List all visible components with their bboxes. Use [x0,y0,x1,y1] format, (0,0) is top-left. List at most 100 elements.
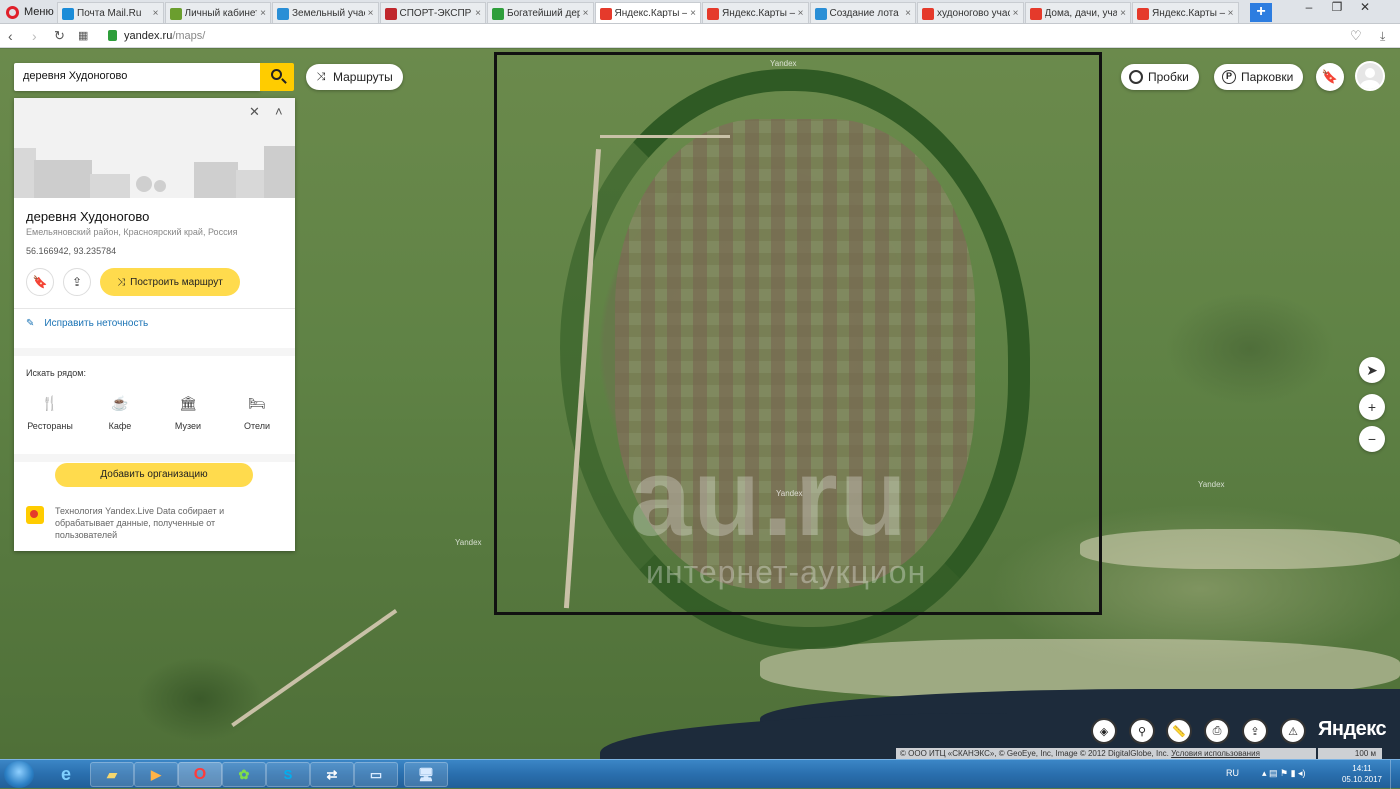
forward-icon[interactable]: › [32,28,37,44]
nearby-category[interactable]: 🍴 Рестораны [20,394,80,431]
close-tab-icon[interactable]: × [1013,8,1019,19]
bed-icon: 🛏 [248,395,266,411]
new-tab-button[interactable]: + [1250,3,1272,22]
browser-tab[interactable]: Дома, дачи, учас × [1024,2,1131,23]
yandex-icon [922,7,934,20]
geolocation-button[interactable]: ➤ [1359,357,1385,383]
zoom-out-button[interactable]: − [1359,426,1385,452]
clock-time: 14:11 [1352,764,1372,773]
bookmark-heart-icon[interactable]: ♡ [1350,28,1362,44]
search-button[interactable] [260,63,294,91]
browser-tab[interactable]: Яндекс.Карты — × [1132,2,1239,23]
avito-icon [1029,7,1042,20]
url-field[interactable]: yandex.ru/maps/ [124,30,205,42]
taskbar-skype[interactable]: S [266,762,310,787]
clock-date: 05.10.2017 [1341,775,1383,784]
ruler-button[interactable]: 📏 [1166,718,1192,744]
save-bookmark-button[interactable]: 🔖 [26,268,54,296]
taskbar-ie[interactable]: e [44,762,88,787]
close-window-button[interactable]: ✕ [1352,0,1378,14]
yandex-maps-icon [1137,7,1149,20]
url-path: /maps/ [172,30,206,42]
start-button[interactable] [4,761,34,788]
nearby-category-label: Кафе [108,421,132,431]
close-tab-icon[interactable]: × [905,8,911,19]
ruler-icon: 📏 [1172,725,1186,738]
taskbar-explorer[interactable]: ▰ [90,762,134,787]
section-separator [14,454,295,462]
search-icon [271,69,282,80]
panorama-button[interactable]: ⚲ [1129,718,1155,744]
browser-tab[interactable]: СПОРТ-ЭКСПРЕС× [379,2,486,23]
share-map-button[interactable]: ⇪ [1242,718,1268,744]
taskbar-teamviewer[interactable]: ⇄ [310,762,354,787]
system-clock[interactable]: 14:11 05.10.2017 [1338,763,1386,785]
taskbar-media[interactable]: ▶ [134,762,178,787]
au-icon [277,7,289,20]
browser-tab[interactable]: Яндекс.Карты — × [594,2,701,23]
close-tab-icon[interactable]: × [798,8,804,19]
search-input[interactable]: деревня Худоногово [14,63,260,91]
browser-tab-title: Богатейший дер [507,8,580,19]
collapse-card-icon[interactable]: ˄ [275,104,283,119]
browser-tab[interactable]: худоногово учас × [917,2,1024,23]
nearby-category[interactable]: 🏛 Музеи [158,394,218,431]
maximize-button[interactable]: ❐ [1324,0,1350,14]
close-tab-icon[interactable]: × [153,8,159,19]
place-card: ✕ ˄ деревня Худоногово Емельяновский рай… [14,98,295,551]
minimize-button[interactable]: – [1296,0,1322,14]
doc-icon [492,7,504,20]
browser-tab[interactable]: Создание лота × [809,2,916,23]
taskbar-icq[interactable]: ✿ [222,762,266,787]
close-tab-icon[interactable]: × [260,8,266,19]
nearby-category[interactable]: ☕ Кафе [90,394,150,431]
taskbar-app-2[interactable]: 🖥 [404,762,448,787]
browser-tab[interactable]: Богатейший дер × [487,2,594,23]
reload-icon[interactable]: ↻ [54,28,65,44]
build-route-label: Построить маршрут [130,276,223,288]
language-indicator[interactable]: RU [1226,768,1239,778]
close-tab-icon[interactable]: × [1228,8,1234,19]
taskbar-app[interactable]: ▭ [354,762,398,787]
close-tab-icon[interactable]: × [475,8,481,19]
zoom-in-button[interactable]: + [1359,394,1385,420]
terms-of-use-link[interactable]: Условия использования [1171,749,1260,758]
layers-button[interactable]: ◈ [1091,718,1117,744]
browser-tab-title: Личный кабинет [184,8,258,19]
tray-icons[interactable]: ▴ ▤ ⚑ ▮ ◂) [1262,768,1306,779]
close-card-icon[interactable]: ✕ [249,104,260,120]
print-button[interactable]: ⎙ [1204,718,1230,744]
build-route-button[interactable]: ⤨ Построить маршрут [100,268,240,296]
nearby-category[interactable]: 🛏 Отели [227,394,287,431]
tabs-grid-icon[interactable]: ▦ [78,28,88,44]
download-icon[interactable]: ⤓ [1380,28,1385,44]
opera-menu-button[interactable]: Меню [0,0,56,23]
yandex-maps-icon [599,7,612,20]
routes-button[interactable]: ⤨ Маршруты [306,64,403,90]
map-tile-label: Yandex [455,538,482,547]
section-separator [14,348,295,356]
fix-inaccuracy-link[interactable]: ✎ Исправить неточность [26,318,148,329]
close-tab-icon[interactable]: × [1120,8,1126,19]
show-desktop-button[interactable] [1390,760,1400,789]
close-tab-icon[interactable]: × [690,8,696,19]
back-icon[interactable]: ‹ [8,28,13,44]
add-organization-button[interactable]: Добавить организацию [55,463,253,487]
browser-tab[interactable]: Почта Mail.Ru × [57,2,164,23]
windows-taskbar: e ▰ ▶ O ✿ S ⇄ ▭ 🖥 RU ▴ ▤ ⚑ ▮ ◂) 14:11 05… [0,759,1400,789]
user-avatar[interactable] [1355,61,1385,91]
share-button[interactable]: ⇪ [63,268,91,296]
layers-icon: ◈ [1099,725,1109,738]
taskbar-opera[interactable]: O [178,762,222,787]
bookmarks-button[interactable]: 🔖 [1316,63,1344,91]
close-tab-icon[interactable]: × [368,8,374,19]
parking-button[interactable]: P Парковки [1214,64,1304,90]
place-coordinates[interactable]: 56.166942, 93.235784 [26,246,116,256]
traffic-button[interactable]: Пробки [1121,64,1199,90]
browser-tab[interactable]: Личный кабинет × [164,2,271,23]
report-error-button[interactable]: ⚠ [1280,718,1306,744]
browser-tab[interactable]: Земельный учас × [272,2,379,23]
close-tab-icon[interactable]: × [583,8,589,19]
browser-tab[interactable]: Яндекс.Карты — × [702,2,809,23]
yandex-logo[interactable]: Яндекс [1318,718,1387,741]
